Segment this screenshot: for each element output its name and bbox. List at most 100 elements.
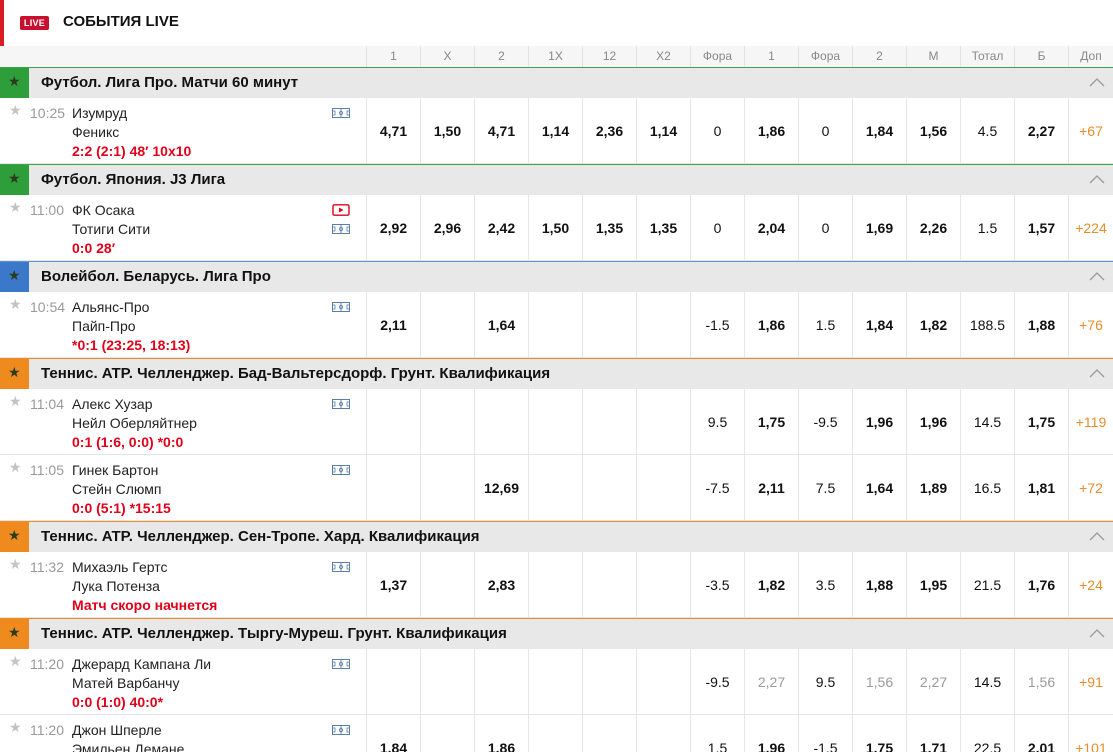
odds-cell-over-odds[interactable]: 1,76 bbox=[1014, 552, 1068, 618]
odds-cell-handicap2[interactable]: 9.5 bbox=[798, 649, 852, 715]
collapse-chevron-icon[interactable] bbox=[1089, 173, 1105, 185]
odds-cell-handicap2-odds[interactable]: 1,96 bbox=[852, 389, 906, 455]
collapse-chevron-icon[interactable] bbox=[1089, 270, 1105, 282]
odds-cell-handicap1-odds[interactable]: 2,04 bbox=[744, 195, 798, 261]
team-home[interactable]: Алекс Хузар bbox=[72, 396, 153, 412]
odds-cell-total[interactable]: 14.5 bbox=[960, 649, 1014, 715]
team-home[interactable]: Гинек Бартон bbox=[72, 462, 158, 478]
odds-cell-handicap1[interactable]: 9.5 bbox=[690, 389, 744, 455]
favorite-event-star-icon[interactable]: ★ bbox=[9, 654, 22, 668]
favorite-event-star-icon[interactable]: ★ bbox=[9, 297, 22, 311]
match-field-icon[interactable] bbox=[332, 658, 350, 670]
favorite-league-star-icon[interactable]: ★ bbox=[8, 74, 21, 88]
odds-cell-over-odds[interactable]: 1,81 bbox=[1014, 455, 1068, 521]
league-header-tennis-saint-tropez[interactable]: ★ Теннис. ATP. Челленджер. Сен-Тропе. Хар… bbox=[0, 521, 1113, 552]
favorite-event-star-icon[interactable]: ★ bbox=[9, 557, 22, 571]
odds-cell-handicap1-odds[interactable]: 2,27 bbox=[744, 649, 798, 715]
odds-cell-handicap1-odds[interactable]: 1,75 bbox=[744, 389, 798, 455]
league-header-volleyball-belarus[interactable]: ★ Волейбол. Беларусь. Лига Про bbox=[0, 261, 1113, 292]
odds-cell-handicap2[interactable]: -1.5 bbox=[798, 715, 852, 752]
odds-cell-over-odds[interactable]: 1,75 bbox=[1014, 389, 1068, 455]
odds-cell-p2[interactable]: 2,83 bbox=[474, 552, 528, 618]
odds-cell-handicap1-odds[interactable]: 1,96 bbox=[744, 715, 798, 752]
odds-cell-more[interactable]: +101 bbox=[1068, 715, 1113, 752]
favorite-league-star-icon[interactable]: ★ bbox=[8, 365, 21, 379]
team-home[interactable]: Изумруд bbox=[72, 105, 127, 121]
odds-cell-under-odds[interactable]: 1,89 bbox=[906, 455, 960, 521]
odds-cell-handicap2-odds[interactable]: 1,64 bbox=[852, 455, 906, 521]
collapse-chevron-icon[interactable] bbox=[1089, 367, 1105, 379]
odds-cell-p1[interactable]: 4,71 bbox=[366, 98, 420, 164]
event-row[interactable]: ★ 11:04 Алекс Хузар Нейл Оберляйтнер 0:1 (1:… bbox=[0, 389, 1113, 455]
odds-cell-handicap1[interactable]: 0 bbox=[690, 98, 744, 164]
odds-cell-total[interactable]: 14.5 bbox=[960, 389, 1014, 455]
odds-cell-total[interactable]: 1.5 bbox=[960, 195, 1014, 261]
favorite-event-star-icon[interactable]: ★ bbox=[9, 720, 22, 734]
odds-cell-handicap2-odds[interactable]: 1,84 bbox=[852, 98, 906, 164]
odds-cell-handicap2-odds[interactable]: 1,84 bbox=[852, 292, 906, 358]
odds-cell-1x[interactable]: 1,14 bbox=[528, 98, 582, 164]
odds-cell-handicap1-odds[interactable]: 1,86 bbox=[744, 292, 798, 358]
odds-cell-over-odds[interactable]: 1,56 bbox=[1014, 649, 1068, 715]
match-field-icon[interactable] bbox=[332, 464, 350, 476]
favorite-event-star-icon[interactable]: ★ bbox=[9, 103, 22, 117]
team-home[interactable]: Михаэль Гертс bbox=[72, 559, 167, 575]
odds-cell-handicap2[interactable]: 1.5 bbox=[798, 292, 852, 358]
match-field-icon[interactable] bbox=[332, 398, 350, 410]
odds-cell-handicap1-odds[interactable]: 1,82 bbox=[744, 552, 798, 618]
odds-cell-handicap1[interactable]: -1.5 bbox=[690, 292, 744, 358]
team-home[interactable]: Альянс-Про bbox=[72, 299, 149, 315]
odds-cell-12[interactable]: 2,36 bbox=[582, 98, 636, 164]
odds-cell-x2[interactable]: 1,14 bbox=[636, 98, 690, 164]
league-header-tennis-bad-waltersdorf[interactable]: ★ Теннис. ATP. Челленджер. Бад-Вальтерсдо… bbox=[0, 358, 1113, 389]
video-stream-icon[interactable] bbox=[332, 204, 350, 216]
favorite-event-star-icon[interactable]: ★ bbox=[9, 460, 22, 474]
match-field-icon[interactable] bbox=[332, 107, 350, 119]
odds-cell-more[interactable]: +76 bbox=[1068, 292, 1113, 358]
odds-cell-handicap2[interactable]: -9.5 bbox=[798, 389, 852, 455]
odds-cell-more[interactable]: +119 bbox=[1068, 389, 1113, 455]
league-header-tennis-targu-mures[interactable]: ★ Теннис. ATP. Челленджер. Тыргу-Муреш. Г… bbox=[0, 618, 1113, 649]
odds-cell-handicap1-odds[interactable]: 2,11 bbox=[744, 455, 798, 521]
odds-cell-p2[interactable]: 4,71 bbox=[474, 98, 528, 164]
match-field-icon[interactable] bbox=[332, 301, 350, 313]
favorite-league-star-icon[interactable]: ★ bbox=[8, 171, 21, 185]
odds-cell-x2[interactable]: 1,35 bbox=[636, 195, 690, 261]
team-away[interactable]: Матей Варбанчу bbox=[72, 675, 179, 691]
odds-cell-more[interactable]: +67 bbox=[1068, 98, 1113, 164]
odds-cell-over-odds[interactable]: 1,88 bbox=[1014, 292, 1068, 358]
odds-cell-p2[interactable]: 1,86 bbox=[474, 715, 528, 752]
favorite-event-star-icon[interactable]: ★ bbox=[9, 200, 22, 214]
team-away[interactable]: Феникс bbox=[72, 124, 119, 140]
odds-cell-handicap1[interactable]: -3.5 bbox=[690, 552, 744, 618]
odds-cell-total[interactable]: 21.5 bbox=[960, 552, 1014, 618]
odds-cell-p1[interactable]: 1,37 bbox=[366, 552, 420, 618]
favorite-event-star-icon[interactable]: ★ bbox=[9, 394, 22, 408]
odds-cell-handicap2-odds[interactable]: 1,75 bbox=[852, 715, 906, 752]
odds-cell-more[interactable]: +224 bbox=[1068, 195, 1113, 261]
team-away[interactable]: Стейн Слюмп bbox=[72, 481, 161, 497]
event-row[interactable]: ★ 11:32 Михаэль Гертс Лука Потенза Матч скор… bbox=[0, 552, 1113, 618]
odds-cell-more[interactable]: +91 bbox=[1068, 649, 1113, 715]
odds-cell-p2[interactable]: 12,69 bbox=[474, 455, 528, 521]
match-field-icon[interactable] bbox=[332, 561, 350, 573]
favorite-league-star-icon[interactable]: ★ bbox=[8, 268, 21, 282]
odds-cell-total[interactable]: 22.5 bbox=[960, 715, 1014, 752]
odds-cell-under-odds[interactable]: 1,71 bbox=[906, 715, 960, 752]
odds-cell-handicap2[interactable]: 0 bbox=[798, 98, 852, 164]
odds-cell-p1[interactable]: 2,92 bbox=[366, 195, 420, 261]
odds-cell-handicap1-odds[interactable]: 1,86 bbox=[744, 98, 798, 164]
odds-cell-p1[interactable]: 1,84 bbox=[366, 715, 420, 752]
odds-cell-under-odds[interactable]: 1,82 bbox=[906, 292, 960, 358]
odds-cell-p2[interactable]: 1,64 bbox=[474, 292, 528, 358]
odds-cell-x[interactable]: 2,96 bbox=[420, 195, 474, 261]
odds-cell-handicap2[interactable]: 0 bbox=[798, 195, 852, 261]
odds-cell-handicap1[interactable]: 0 bbox=[690, 195, 744, 261]
favorite-league-star-icon[interactable]: ★ bbox=[8, 528, 21, 542]
odds-cell-handicap1[interactable]: 1.5 bbox=[690, 715, 744, 752]
odds-cell-over-odds[interactable]: 1,57 bbox=[1014, 195, 1068, 261]
league-header-football-lpro[interactable]: ★ Футбол. Лига Про. Матчи 60 минут bbox=[0, 67, 1113, 98]
odds-cell-p1[interactable]: 2,11 bbox=[366, 292, 420, 358]
odds-cell-under-odds[interactable]: 1,56 bbox=[906, 98, 960, 164]
team-away[interactable]: Лука Потенза bbox=[72, 578, 160, 594]
